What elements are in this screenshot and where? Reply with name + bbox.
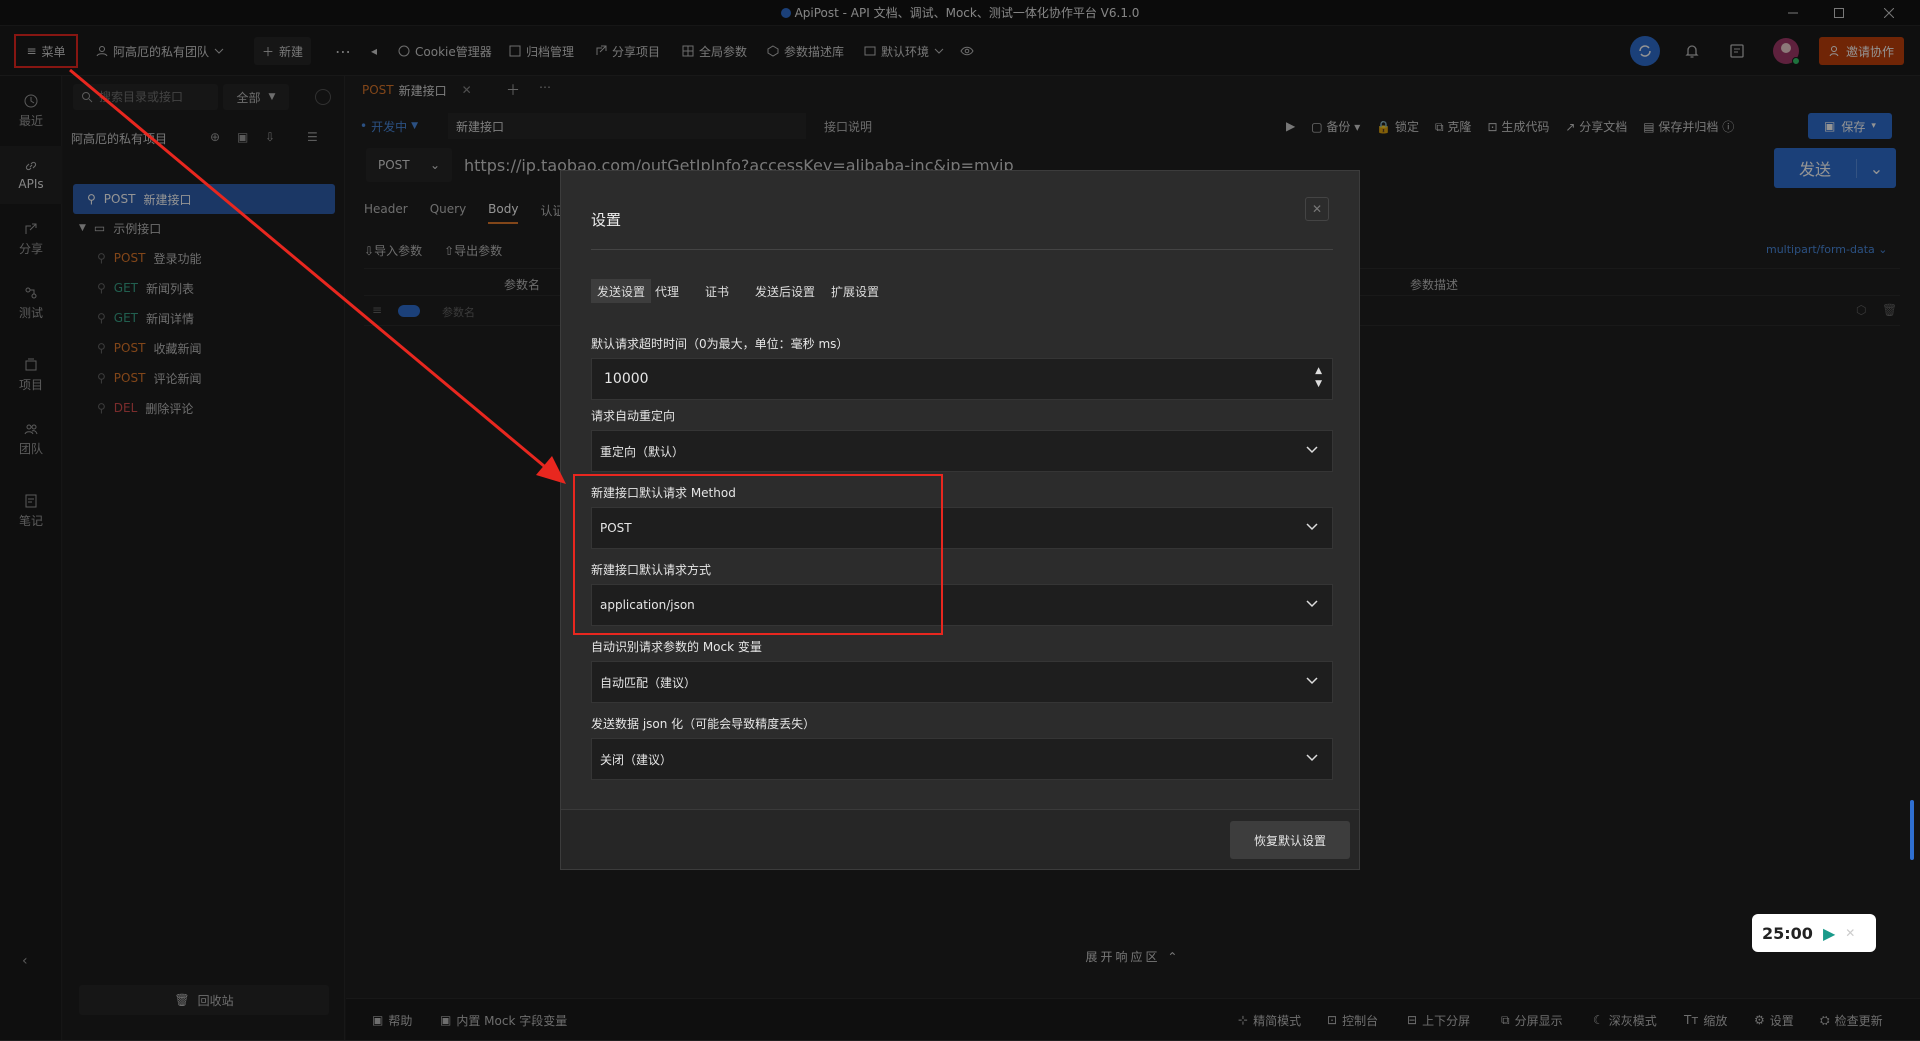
annotation-arrow (69, 68, 566, 484)
timer-widget: 25:00 ▶ ✕ (1752, 914, 1876, 952)
play-icon[interactable]: ▶ (1823, 924, 1835, 943)
timer-value: 25:00 (1762, 923, 1813, 943)
scrollbar-handle[interactable] (1910, 800, 1914, 860)
close-icon[interactable]: ✕ (1845, 926, 1855, 940)
